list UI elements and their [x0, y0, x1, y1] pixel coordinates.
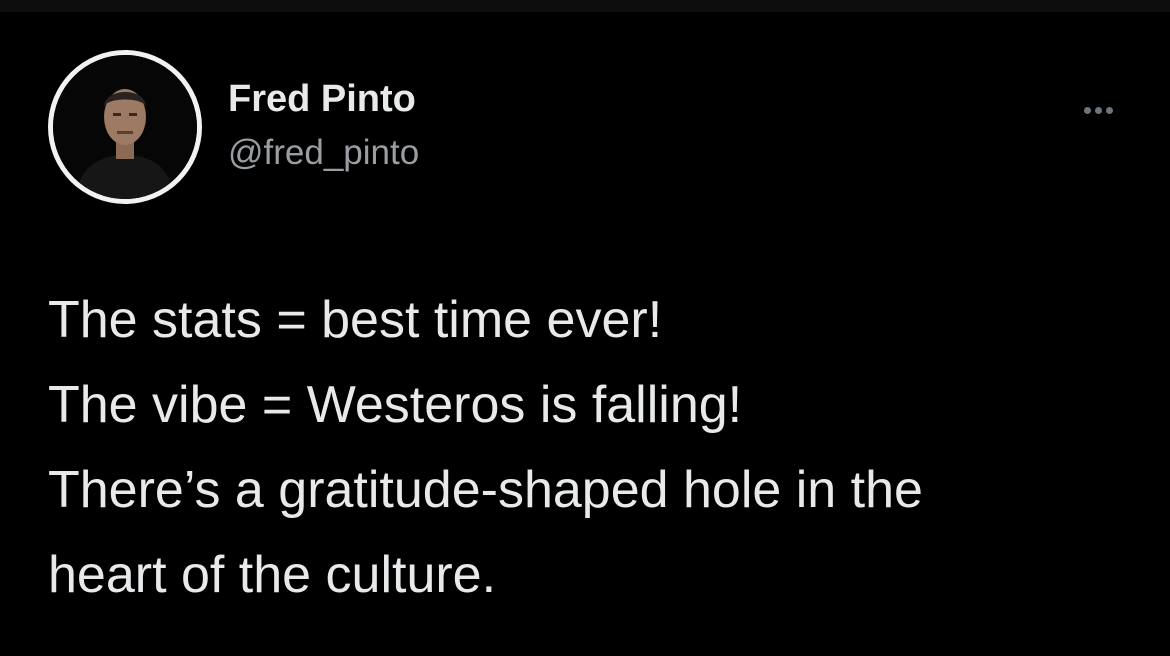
author-names: Fred Pinto @fred_pinto	[228, 76, 419, 176]
more-horizontal-icon	[1083, 106, 1091, 114]
tweet-text-line: There’s a gratitude-shaped hole in the	[48, 461, 923, 519]
more-options-button[interactable]	[1074, 98, 1122, 122]
person-photo-icon	[53, 55, 197, 199]
top-edge	[0, 0, 1170, 12]
tweet-text: The stats = best time ever! The vibe = W…	[48, 278, 1128, 618]
tweet-header: Fred Pinto @fred_pinto	[48, 50, 1122, 206]
tweet-card: Fred Pinto @fred_pinto The stats = best …	[0, 12, 1170, 656]
avatar[interactable]	[48, 50, 202, 204]
more-horizontal-icon	[1094, 106, 1102, 114]
tweet-text-line: The stats = best time ever!	[48, 291, 663, 349]
tweet-text-line: heart of the culture.	[48, 546, 497, 604]
tweet-text-line: The vibe = Westeros is falling!	[48, 376, 743, 434]
avatar-photo	[53, 55, 197, 199]
author-handle[interactable]: @fred_pinto	[228, 130, 419, 176]
author-display-name[interactable]: Fred Pinto	[228, 76, 419, 122]
more-horizontal-icon	[1105, 106, 1113, 114]
